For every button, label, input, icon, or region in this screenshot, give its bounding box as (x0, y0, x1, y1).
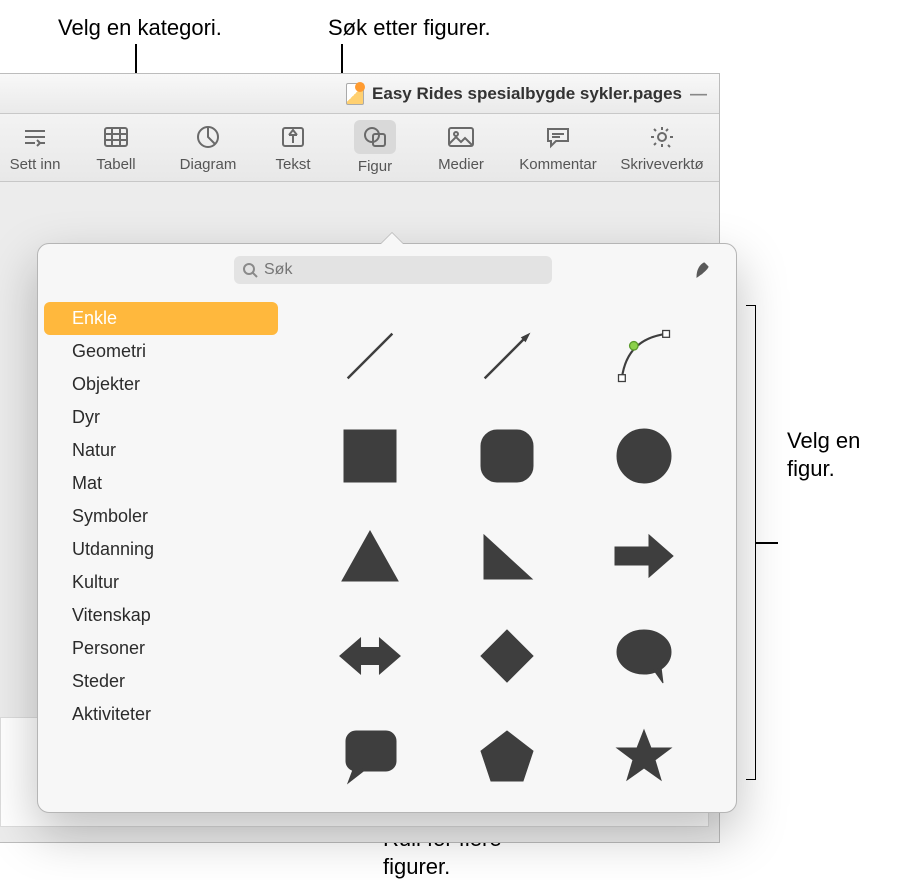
shape-square[interactable] (336, 422, 404, 490)
shape-callout-square[interactable] (336, 722, 404, 790)
category-item-symboler[interactable]: Symboler (44, 500, 278, 533)
toolbar-label: Tekst (275, 156, 310, 173)
toolbar-text[interactable]: Tekst (254, 122, 332, 173)
callout-choose-category: Velg en kategori. (58, 14, 222, 42)
category-label: Steder (72, 671, 125, 692)
callout-leader (756, 542, 778, 544)
search-icon (242, 262, 258, 278)
pen-icon (693, 259, 715, 281)
document-icon (346, 83, 364, 105)
toolbar-label: Tabell (96, 156, 135, 173)
chart-icon (193, 122, 223, 152)
category-item-vitenskap[interactable]: Vitenskap (44, 599, 278, 632)
toolbar-chart[interactable]: Diagram (162, 122, 254, 173)
category-label: Dyr (72, 407, 100, 428)
category-list[interactable]: Enkle Geometri Objekter Dyr Natur Mat Sy… (38, 296, 278, 812)
category-label: Geometri (72, 341, 146, 362)
media-icon (446, 122, 476, 152)
draw-shape-button[interactable] (690, 256, 718, 284)
shape-arrow-line[interactable] (473, 322, 541, 390)
toolbar-table[interactable]: Tabell (70, 122, 162, 173)
category-label: Vitenskap (72, 605, 151, 626)
insert-icon (20, 122, 50, 152)
popover-header (38, 244, 736, 296)
toolbar-label: Skriveverktø (620, 156, 703, 173)
shape-right-triangle[interactable] (473, 522, 541, 590)
toolbar-writing[interactable]: Skriveverktø (612, 122, 712, 173)
category-label: Personer (72, 638, 145, 659)
shape-circle[interactable] (610, 422, 678, 490)
shape-arrow-right[interactable] (610, 522, 678, 590)
category-label: Symboler (72, 506, 148, 527)
search-field[interactable] (234, 256, 552, 284)
shape-star[interactable] (610, 722, 678, 790)
category-item-geometri[interactable]: Geometri (44, 335, 278, 368)
callout-bracket (746, 305, 756, 780)
toolbar-comment[interactable]: Kommentar (504, 122, 612, 173)
category-item-aktiviteter[interactable]: Aktiviteter (44, 698, 278, 731)
toolbar-insert[interactable]: Sett inn (0, 122, 70, 173)
category-item-mat[interactable]: Mat (44, 467, 278, 500)
toolbar-shape[interactable]: Figur (332, 120, 418, 175)
category-item-enkle[interactable]: Enkle (44, 302, 278, 335)
toolbar-label: Figur (358, 158, 392, 175)
toolbar-label: Sett inn (10, 156, 61, 173)
category-item-steder[interactable]: Steder (44, 665, 278, 698)
text-icon (278, 122, 308, 152)
shape-curve-pen[interactable] (610, 322, 678, 390)
toolbar-label: Diagram (180, 156, 237, 173)
comment-icon (543, 122, 573, 152)
category-label: Kultur (72, 572, 119, 593)
title-dash: — (690, 84, 707, 104)
shape-icon (354, 120, 396, 154)
shape-triangle[interactable] (336, 522, 404, 590)
callout-choose-shape: Velg en figur. (787, 427, 860, 482)
shape-diamond[interactable] (473, 622, 541, 690)
shape-rounded-square[interactable] (473, 422, 541, 490)
category-label: Objekter (72, 374, 140, 395)
category-label: Aktiviteter (72, 704, 151, 725)
search-input[interactable] (264, 261, 544, 279)
category-item-kultur[interactable]: Kultur (44, 566, 278, 599)
category-item-objekter[interactable]: Objekter (44, 368, 278, 401)
category-label: Natur (72, 440, 116, 461)
toolbar-media[interactable]: Medier (418, 122, 504, 173)
toolbar-label: Medier (438, 156, 484, 173)
category-label: Enkle (72, 308, 117, 329)
category-item-natur[interactable]: Natur (44, 434, 278, 467)
shape-grid (278, 296, 736, 812)
category-label: Utdanning (72, 539, 154, 560)
shape-pentagon[interactable] (473, 722, 541, 790)
toolbar: Sett inn Tabell Diagram Tekst Figur (0, 114, 719, 182)
category-item-dyr[interactable]: Dyr (44, 401, 278, 434)
shape-speech-bubble[interactable] (610, 622, 678, 690)
category-item-utdanning[interactable]: Utdanning (44, 533, 278, 566)
toolbar-label: Kommentar (519, 156, 597, 173)
titlebar: Easy Rides spesialbygde sykler.pages — (0, 74, 719, 114)
table-icon (101, 122, 131, 152)
category-item-personer[interactable]: Personer (44, 632, 278, 665)
writing-icon (647, 122, 677, 152)
shapes-popover: Enkle Geometri Objekter Dyr Natur Mat Sy… (37, 243, 737, 813)
callout-search: Søk etter figurer. (328, 14, 491, 42)
shape-arrow-both[interactable] (336, 622, 404, 690)
document-title: Easy Rides spesialbygde sykler.pages (372, 84, 682, 104)
category-label: Mat (72, 473, 102, 494)
shape-line[interactable] (336, 322, 404, 390)
